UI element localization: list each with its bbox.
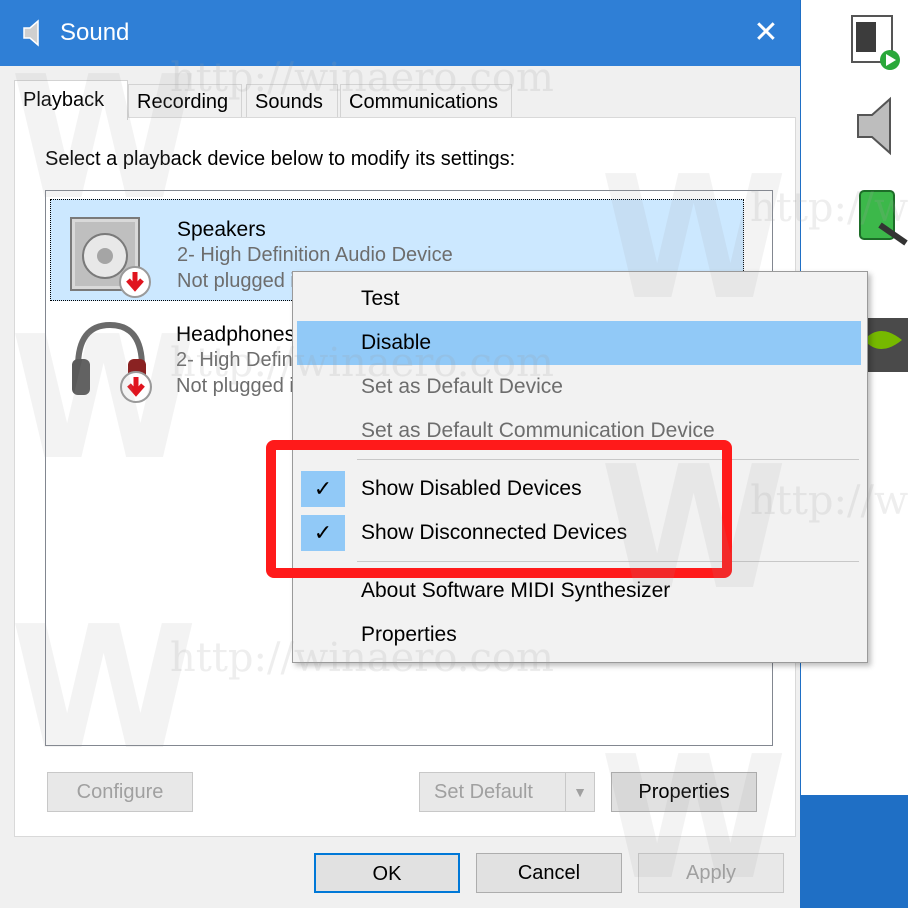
speaker-icon bbox=[70, 217, 151, 298]
device-name: Speakers bbox=[177, 218, 266, 241]
callout-highlight-box bbox=[266, 440, 732, 578]
ok-button[interactable]: OK bbox=[314, 853, 460, 893]
headphones-icon bbox=[72, 321, 152, 403]
properties-button[interactable]: Properties bbox=[611, 772, 757, 812]
device-name: Headphones bbox=[176, 323, 296, 346]
sound-speaker-icon bbox=[23, 19, 39, 47]
battery-icon bbox=[859, 190, 908, 246]
device-description: 2- High Definition Audio Device bbox=[177, 244, 453, 266]
cancel-button[interactable]: Cancel bbox=[476, 853, 622, 893]
device-status: Not plugged in bbox=[177, 270, 306, 292]
menu-item-test[interactable]: Test bbox=[297, 277, 861, 321]
chevron-down-icon[interactable]: ▼ bbox=[565, 773, 594, 811]
instruction-text: Select a playback device below to modify… bbox=[45, 148, 516, 170]
tab-bar: Playback Recording Sounds Communications bbox=[14, 80, 794, 120]
set-default-button[interactable]: Set Default ▼ bbox=[419, 772, 595, 812]
set-default-label: Set Default bbox=[434, 781, 533, 803]
menu-item-set-default-device[interactable]: Set as Default Device bbox=[297, 365, 861, 409]
menu-item-properties[interactable]: Properties bbox=[297, 613, 861, 657]
tab-communications[interactable]: Communications bbox=[340, 84, 512, 118]
tab-playback[interactable]: Playback bbox=[14, 80, 128, 120]
apply-button[interactable]: Apply bbox=[638, 853, 784, 893]
media-player-icon bbox=[851, 15, 900, 70]
configure-button[interactable]: Configure bbox=[47, 772, 193, 812]
window-title: Sound bbox=[60, 19, 130, 46]
tab-sounds[interactable]: Sounds bbox=[246, 84, 338, 118]
close-button[interactable]: ✕ bbox=[738, 10, 794, 56]
device-status: Not plugged in bbox=[176, 375, 305, 397]
background-blue-area bbox=[800, 795, 908, 908]
title-bar: Sound ✕ bbox=[0, 0, 800, 66]
menu-item-disable[interactable]: Disable bbox=[297, 321, 861, 365]
speaker-icon-background bbox=[857, 96, 891, 156]
tab-recording[interactable]: Recording bbox=[128, 84, 242, 118]
